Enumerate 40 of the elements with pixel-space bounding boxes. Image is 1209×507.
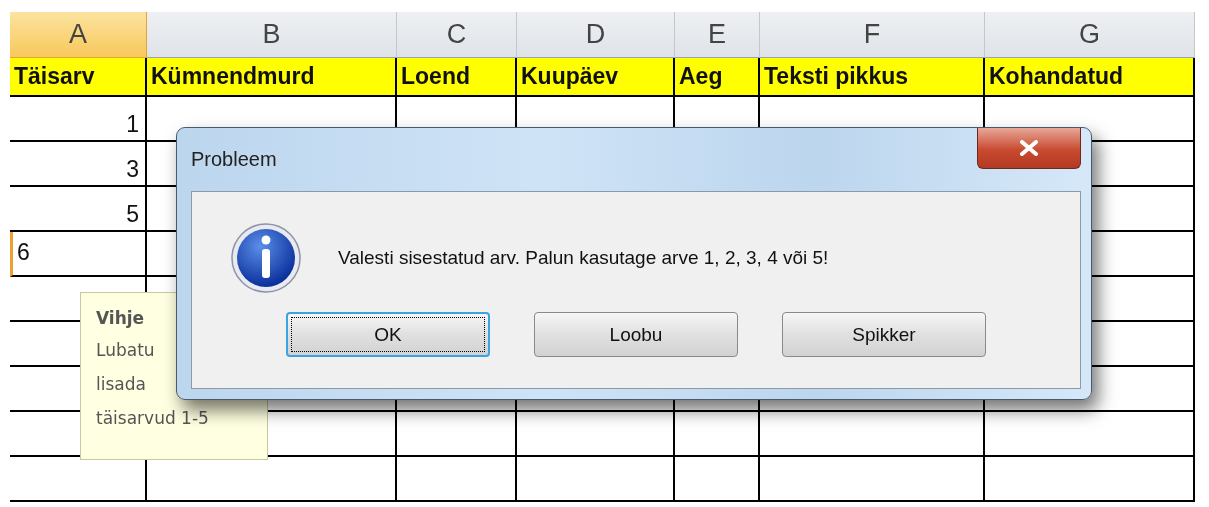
info-icon	[230, 222, 302, 294]
dialog-message: Valesti sisestatud arv. Palun kasutage arve 1, 2, 3, 4 või 5!	[338, 247, 829, 269]
table-cell[interactable]	[517, 412, 675, 457]
tooltip-title: Vihje	[96, 307, 146, 330]
table-cell[interactable]: 6	[10, 232, 147, 277]
dialog-button[interactable]: OK	[286, 312, 490, 357]
column-header[interactable]: B	[147, 12, 397, 58]
column-header[interactable]: F	[760, 12, 985, 58]
dialog-button[interactable]: Spikker	[782, 312, 986, 357]
dialog-button[interactable]: Loobu	[534, 312, 738, 357]
column-header[interactable]: E	[675, 12, 760, 58]
table-cell[interactable]	[517, 457, 675, 502]
table-cell[interactable]	[675, 412, 760, 457]
table-cell[interactable]	[675, 457, 760, 502]
table-cell[interactable]	[760, 412, 985, 457]
table-cell: Täisarv	[10, 58, 147, 97]
column-header[interactable]: G	[985, 12, 1195, 58]
table-cell: Aeg	[675, 58, 760, 97]
table-cell[interactable]	[985, 412, 1195, 457]
table-cell[interactable]	[397, 457, 517, 502]
close-icon	[1018, 140, 1040, 156]
table-cell[interactable]	[397, 412, 517, 457]
table-cell[interactable]: 1	[10, 97, 147, 142]
table-cell[interactable]	[760, 457, 985, 502]
table-cell[interactable]: 5	[10, 187, 147, 232]
table-cell: Kohandatud	[985, 58, 1195, 97]
table-cell: Loend	[397, 58, 517, 97]
column-header[interactable]: A	[10, 12, 147, 58]
table-cell: Kuupäev	[517, 58, 675, 97]
tooltip-text: täisarvud 1-5	[96, 407, 209, 430]
column-header[interactable]: D	[517, 12, 675, 58]
table-cell: Teksti pikkus	[760, 58, 985, 97]
window-title: Probleem	[191, 148, 277, 171]
column-header[interactable]: C	[397, 12, 517, 58]
table-cell[interactable]: 3	[10, 142, 147, 187]
tooltip-text: Lubatu	[96, 339, 155, 362]
close-button[interactable]	[977, 128, 1081, 169]
table-cell[interactable]	[985, 457, 1195, 502]
table-cell: Kümnendmurd	[147, 58, 397, 97]
tooltip-text: lisada	[96, 373, 146, 396]
